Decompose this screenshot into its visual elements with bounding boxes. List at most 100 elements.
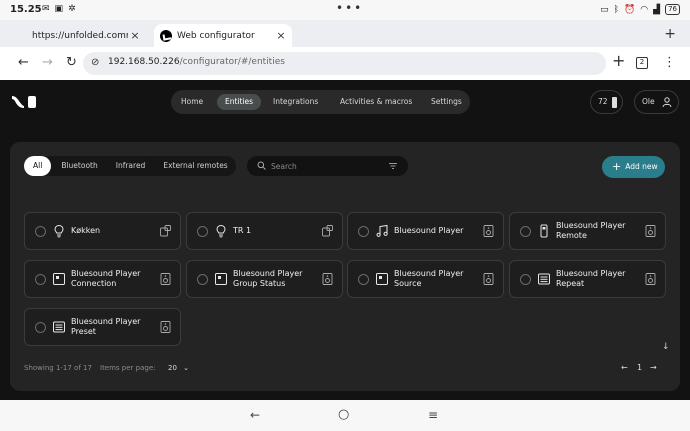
forward-arrow-icon[interactable]: → — [42, 55, 53, 71]
select-icon — [538, 273, 550, 285]
entity-card[interactable]: Bluesound Player Repeat — [509, 260, 666, 298]
select-radio[interactable] — [35, 322, 46, 333]
items-per-page-select[interactable]: 20 ⌄ — [168, 364, 189, 372]
entity-title: Bluesound Player — [394, 226, 464, 235]
nav-back-icon[interactable]: ← — [250, 408, 260, 422]
next-page-icon[interactable]: → — [650, 363, 657, 372]
filter-sliders-icon[interactable] — [389, 162, 397, 170]
filter-infrared[interactable]: Infrared — [107, 156, 154, 176]
tab-close-icon[interactable]: × — [274, 29, 288, 42]
url-host: 192.168.50.226 — [108, 57, 180, 67]
items-per-page-label: Items per page: — [100, 364, 156, 372]
main-nav: Home Entities Integrations Activities & … — [171, 90, 470, 114]
filter-bluetooth[interactable]: Bluetooth — [53, 156, 106, 176]
reload-icon[interactable]: ↻ — [66, 55, 77, 71]
integration-icon — [322, 225, 333, 237]
entity-card[interactable]: TR 1 — [186, 212, 343, 250]
browser-tab-strip: https://unfolded.community/t × Web confi… — [0, 20, 690, 47]
new-tab-icon[interactable]: + — [664, 26, 676, 42]
entity-card[interactable]: Bluesound Player Group Status — [186, 260, 343, 298]
entity-title: Bluesound Player Connection — [71, 269, 141, 288]
add-new-label: Add new — [625, 162, 658, 171]
nav-entities[interactable]: Entities — [217, 94, 262, 110]
search-icon — [257, 161, 266, 170]
sensor-icon — [376, 273, 388, 285]
speaker-icon — [160, 273, 171, 285]
scroll-down-icon[interactable]: ↓ — [662, 342, 670, 352]
entity-card[interactable]: Bluesound Player — [347, 212, 504, 250]
filter-external-remotes[interactable]: External remotes — [155, 156, 236, 176]
nav-settings[interactable]: Settings — [423, 94, 470, 110]
address-bar[interactable]: ⊘ 192.168.50.226/configurator/#/entities — [83, 52, 606, 75]
entity-title: Bluesound Player Preset — [71, 317, 141, 336]
new-tab-plus-icon[interactable]: + — [612, 53, 625, 69]
entities-panel: All Bluetooth Infrared External remotes … — [10, 142, 680, 391]
entity-card[interactable]: Bluesound Player Connection — [24, 260, 181, 298]
logo-icon — [12, 96, 36, 108]
status-dots-icon: ••• — [336, 1, 364, 15]
entity-card[interactable]: Bluesound Player Remote — [509, 212, 666, 250]
not-secure-icon[interactable]: ⊘ — [91, 57, 99, 68]
tab-label: https://unfolded.community/t — [32, 30, 128, 41]
tab-close-icon[interactable]: × — [128, 29, 142, 42]
entity-title: Bluesound Player Remote — [556, 221, 626, 240]
showing-count: Showing 1-17 of 17 — [24, 364, 92, 372]
plus-icon: + — [612, 160, 622, 173]
tab-label: Web configurator — [177, 30, 255, 41]
search-input[interactable] — [271, 158, 381, 174]
speaker-icon — [483, 225, 494, 237]
lightbulb-icon — [54, 224, 64, 238]
battery-icon: 76 — [665, 4, 680, 15]
select-radio[interactable] — [358, 226, 369, 237]
nav-home-icon[interactable]: ○ — [338, 408, 349, 422]
select-radio[interactable] — [358, 274, 369, 285]
speaker-icon — [645, 273, 656, 285]
status-bar: 15.25 ✉ ▣ ✲ ••• ▭ ᛒ ⏰ ◠ ▟ 76 — [0, 0, 690, 20]
entity-title: Bluesound Player Repeat — [556, 269, 626, 288]
select-radio[interactable] — [520, 274, 531, 285]
music-note-icon — [376, 224, 388, 237]
speaker-icon — [483, 273, 494, 285]
entity-card[interactable]: Bluesound Player Preset — [24, 308, 181, 346]
wifi-icon: ◠ — [640, 4, 649, 15]
lightbulb-icon — [216, 224, 226, 238]
select-radio[interactable] — [520, 226, 531, 237]
url-path: /configurator/#/entities — [179, 57, 285, 67]
user-menu[interactable]: Ole — [634, 90, 679, 114]
select-radio[interactable] — [35, 274, 46, 285]
user-name: Ole — [642, 97, 655, 106]
status-time: 15.25 — [10, 4, 42, 15]
android-nav-bar: ← ○ ≡ — [0, 400, 690, 431]
entity-card[interactable]: Køkken — [24, 212, 181, 250]
entity-title: TR 1 — [233, 226, 252, 235]
nav-home[interactable]: Home — [173, 94, 211, 110]
chevron-down-icon: ⌄ — [183, 364, 190, 372]
search-box[interactable] — [247, 156, 408, 176]
entity-title: Bluesound Player Group Status — [233, 269, 303, 288]
filter-tabs: All Bluetooth Infrared External remotes — [24, 156, 236, 176]
back-arrow-icon[interactable]: ← — [18, 55, 29, 71]
gallery-icon: ▣ — [54, 4, 64, 14]
nav-activities-macros[interactable]: Activities & macros — [332, 94, 420, 110]
speaker-icon — [322, 273, 333, 285]
select-radio[interactable] — [197, 274, 208, 285]
nav-recents-icon[interactable]: ≡ — [428, 408, 438, 422]
select-icon — [53, 321, 65, 333]
tab-unfolded[interactable]: https://unfolded.community/t × — [18, 24, 146, 47]
remote-battery-widget[interactable]: 72 — [590, 90, 623, 114]
tab-switcher-button[interactable]: 2 — [636, 57, 648, 69]
filter-all[interactable]: All — [24, 156, 52, 176]
add-new-button[interactable]: + Add new — [602, 156, 665, 178]
browser-toolbar: ← → ↻ ⊘ 192.168.50.226/configurator/#/en… — [0, 47, 690, 80]
tab-web-configurator[interactable]: Web configurator × — [154, 24, 292, 47]
favicon-icon — [160, 29, 172, 42]
nav-integrations[interactable]: Integrations — [265, 94, 326, 110]
web-configurator-page: Home Entities Integrations Activities & … — [0, 80, 690, 400]
select-radio[interactable] — [35, 226, 46, 237]
entity-card[interactable]: Bluesound Player Source — [347, 260, 504, 298]
speaker-icon — [160, 321, 171, 333]
integration-icon — [160, 225, 171, 237]
select-radio[interactable] — [197, 226, 208, 237]
overflow-menu-icon[interactable]: ⋮ — [663, 55, 676, 71]
prev-page-icon[interactable]: ← — [621, 363, 628, 372]
